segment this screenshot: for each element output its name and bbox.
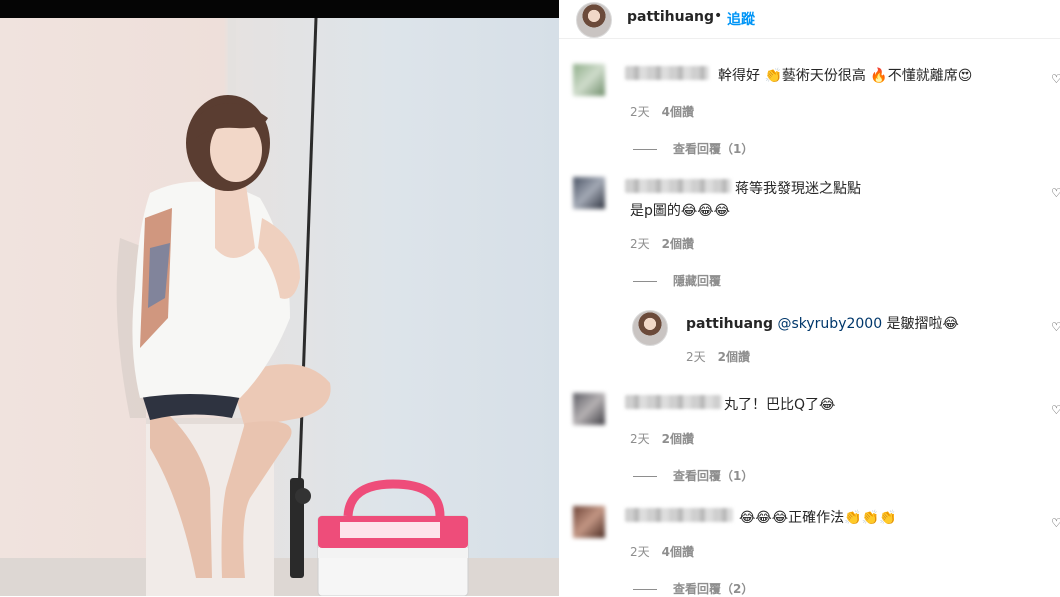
heart-icon[interactable]: ♡ xyxy=(1051,320,1060,334)
view-replies-button[interactable]: 查看回覆（1） xyxy=(633,140,753,157)
view-replies-button[interactable]: 查看回覆（1） xyxy=(633,467,753,484)
heart-icon[interactable]: ♡ xyxy=(1051,516,1060,530)
post-header: pattihuang • 追蹤 xyxy=(559,0,1060,39)
hide-replies-button[interactable]: 隱藏回覆 xyxy=(633,272,721,289)
view-replies-button[interactable]: 查看回覆（2） xyxy=(633,580,753,597)
comment-text: 丸了！巴比Q了😂 xyxy=(724,397,836,413)
replies-line xyxy=(633,476,657,477)
commenter-avatar[interactable] xyxy=(573,506,605,538)
comment-time[interactable]: 2天 xyxy=(630,237,650,251)
comment-meta: 2天 2個讚 xyxy=(630,235,706,252)
comment-likes[interactable]: 2個讚 xyxy=(662,237,694,251)
follow-button[interactable]: 追蹤 xyxy=(727,9,755,29)
view-replies-label: 查看回覆（1） xyxy=(673,469,754,483)
comment-likes[interactable]: 4個讚 xyxy=(662,105,694,119)
view-replies-label: 查看回覆（1） xyxy=(673,142,754,156)
comment-likes[interactable]: 4個讚 xyxy=(662,545,694,559)
commenter-username-blurred[interactable] xyxy=(625,66,709,80)
view-replies-label: 查看回覆（2） xyxy=(673,582,754,596)
replies-line xyxy=(633,281,657,282)
heart-icon[interactable]: ♡ xyxy=(1051,186,1060,200)
heart-icon[interactable]: ♡ xyxy=(1051,72,1060,86)
reply-body: 是皺摺啦😂 xyxy=(882,316,959,332)
reply-mention[interactable]: @skyruby2000 xyxy=(777,316,882,332)
commenter-avatar[interactable] xyxy=(573,393,605,425)
header-separator: • xyxy=(714,8,723,24)
hide-replies-label: 隱藏回覆 xyxy=(673,274,722,288)
author-avatar[interactable] xyxy=(576,2,612,38)
replies-line xyxy=(633,149,657,150)
comment-text: 😂😂😂正確作法👏👏👏 xyxy=(739,510,897,526)
commenter-avatar[interactable] xyxy=(573,177,605,209)
post-photo[interactable] xyxy=(0,18,559,596)
commenter-avatar[interactable] xyxy=(573,64,605,96)
photo-top-bar xyxy=(0,0,559,18)
reply-meta: 2天 2個讚 xyxy=(686,348,762,365)
comment-text-line2: 是p圖的😂😂😂 xyxy=(630,203,730,219)
heart-icon[interactable]: ♡ xyxy=(1051,403,1060,417)
post-photo-illustration xyxy=(0,18,559,596)
reply-likes[interactable]: 2個讚 xyxy=(718,350,750,364)
comment-likes[interactable]: 2個讚 xyxy=(662,432,694,446)
reply-text: pattihuang @skyruby2000 是皺摺啦😂 xyxy=(686,313,959,333)
comments-panel: pattihuang • 追蹤 幹得好 👏藝術天份很高 🔥不懂就離席😍 2天 4個… xyxy=(559,0,1060,596)
comment-meta: 2天 4個讚 xyxy=(630,543,706,560)
comment-time[interactable]: 2天 xyxy=(630,545,650,559)
author-username[interactable]: pattihuang xyxy=(627,9,714,25)
comment-time[interactable]: 2天 xyxy=(630,432,650,446)
reply-time[interactable]: 2天 xyxy=(686,350,706,364)
comment-text: 蒋等我發現迷之點點 xyxy=(735,181,861,197)
reply-username[interactable]: pattihuang xyxy=(686,316,773,332)
comment-text: 幹得好 👏藝術天份很高 🔥不懂就離席😍 xyxy=(718,68,973,84)
comment-meta: 2天 2個讚 xyxy=(630,430,706,447)
comment-time[interactable]: 2天 xyxy=(630,105,650,119)
replies-line xyxy=(633,589,657,590)
comment-meta: 2天 4個讚 xyxy=(630,103,706,120)
commenter-username-blurred[interactable] xyxy=(625,508,733,522)
commenter-username-blurred[interactable] xyxy=(625,179,731,193)
reply-author-avatar[interactable] xyxy=(632,310,668,346)
commenter-username-blurred[interactable] xyxy=(625,395,721,409)
